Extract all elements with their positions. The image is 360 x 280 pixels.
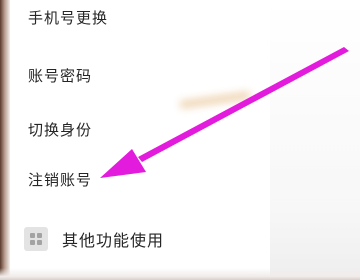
other-functions-row[interactable]: 其他功能使用 — [24, 224, 164, 254]
menu-item-account-password[interactable]: 账号密码 — [28, 62, 92, 90]
menu-item-change-phone[interactable]: 手机号更换 — [28, 4, 108, 32]
menu-item-cancel-account[interactable]: 注销账号 — [28, 166, 92, 194]
grid-icon — [24, 227, 48, 251]
other-functions-label: 其他功能使用 — [62, 231, 165, 250]
right-background — [270, 0, 360, 280]
account-settings-menu: 手机号更换 账号密码 切换身份 注销账号 其他功能使用 — [0, 0, 270, 280]
menu-item-switch-identity[interactable]: 切换身份 — [28, 116, 92, 144]
